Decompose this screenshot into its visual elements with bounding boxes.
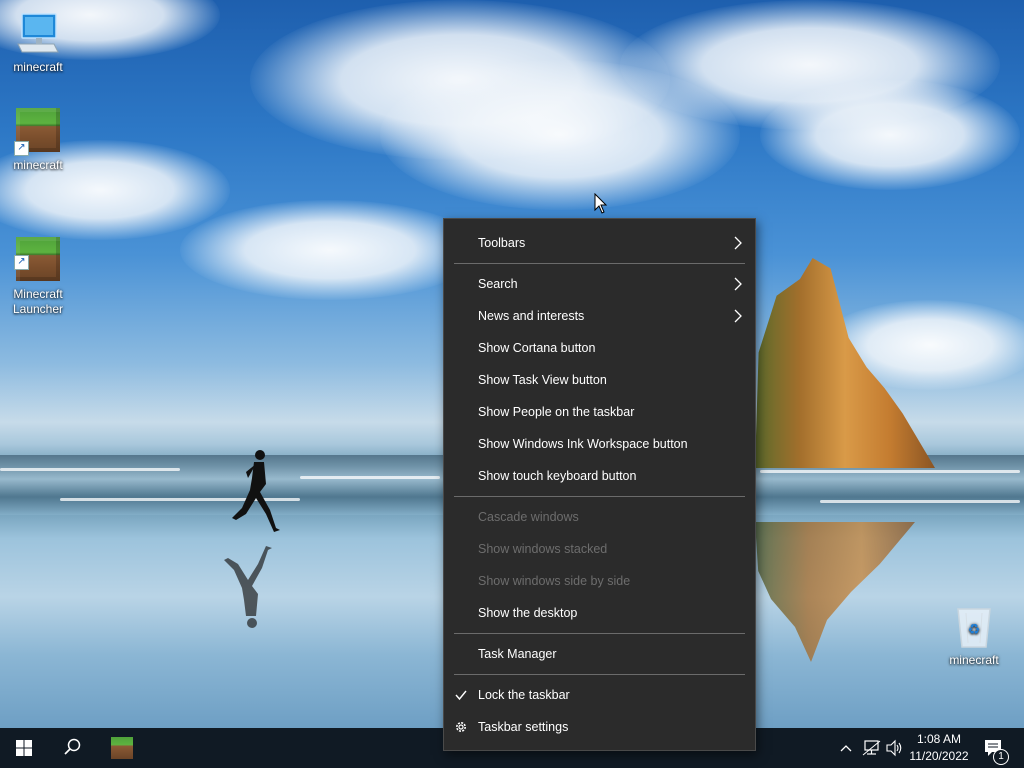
- notification-count-badge: 1: [993, 749, 1009, 765]
- network-button[interactable]: [860, 728, 884, 768]
- menu-item-task-manager[interactable]: Task Manager: [444, 638, 755, 670]
- chevron-up-icon: [840, 745, 852, 752]
- menu-item-show-cortana-button[interactable]: Show Cortana button: [444, 332, 755, 364]
- menu-item-show-the-desktop[interactable]: Show the desktop: [444, 597, 755, 629]
- start-button[interactable]: [0, 728, 48, 768]
- menu-separator: [454, 263, 745, 264]
- menu-item-show-windows-ink[interactable]: Show Windows Ink Workspace button: [444, 428, 755, 460]
- windows-start-icon: [16, 740, 32, 756]
- menu-item-cascade-windows: Cascade windows: [478, 510, 579, 524]
- sea-rock-reflection: [755, 522, 915, 662]
- volume-button[interactable]: [884, 728, 904, 768]
- menu-item-taskbar-settings[interactable]: Taskbar settings: [444, 711, 755, 743]
- gear-icon: [456, 722, 466, 732]
- desktop-icon-label: minecraft: [949, 653, 999, 667]
- desktop-icon-label: minecraft: [13, 60, 63, 74]
- shortcut-arrow-icon: ↗: [14, 141, 29, 156]
- menu-item-toolbars[interactable]: Toolbars: [444, 227, 755, 259]
- desktop-icon-label: minecraft: [13, 158, 63, 172]
- recycle-bin-icon: ♻: [950, 603, 998, 651]
- menu-item-show-task-view-button[interactable]: Show Task View button: [444, 364, 755, 396]
- menu-item-news-and-interests[interactable]: News and interests: [444, 300, 755, 332]
- desktop-icon-minecraft-shortcut[interactable]: ↗ minecraft: [0, 108, 76, 173]
- menu-item-search[interactable]: Search: [444, 268, 755, 300]
- clock-time: 1:08 AM: [916, 732, 962, 746]
- volume-icon: [886, 739, 902, 757]
- chevron-right-icon: [734, 277, 742, 291]
- shortcut-arrow-icon: ↗: [14, 255, 29, 270]
- mouse-cursor-icon: [594, 193, 608, 214]
- chevron-right-icon: [734, 309, 742, 323]
- chevron-right-icon: [734, 236, 742, 250]
- taskbar-minecraft-button[interactable]: [98, 728, 146, 768]
- menu-item-show-touch-keyboard[interactable]: Show touch keyboard button: [444, 460, 755, 492]
- grass-block-icon: ↗: [14, 222, 62, 281]
- computer-icon: [14, 10, 62, 58]
- menu-separator: [454, 674, 745, 675]
- taskbar-context-menu: Toolbars Search News and interests Show …: [443, 218, 756, 751]
- svg-text:♻: ♻: [968, 622, 981, 638]
- runner-reflection: [224, 546, 272, 628]
- checkmark-icon: [455, 690, 467, 701]
- search-icon: [64, 738, 81, 755]
- search-button[interactable]: [48, 728, 96, 768]
- menu-separator: [454, 496, 745, 497]
- menu-item-show-people[interactable]: Show People on the taskbar: [444, 396, 755, 428]
- desktop-icon-recycle-bin[interactable]: ♻ minecraft: [936, 603, 1012, 668]
- desktop-icon-minecraft-launcher[interactable]: ↗ Minecraft Launcher: [0, 207, 76, 332]
- menu-separator: [454, 633, 745, 634]
- wave-foam: [760, 470, 1020, 473]
- desktop-icon-this-pc[interactable]: minecraft: [0, 10, 76, 75]
- wave-foam: [300, 476, 440, 479]
- show-hidden-icons-button[interactable]: [836, 728, 856, 768]
- clock-button[interactable]: 1:08 AM 11/20/2022: [904, 731, 974, 765]
- wave-foam: [820, 500, 1020, 503]
- cloud: [760, 80, 1020, 190]
- minecraft-taskbar-icon: [111, 737, 133, 759]
- menu-item-show-windows-side-by-side: Show windows side by side: [478, 574, 631, 588]
- clock-date: 11/20/2022: [909, 749, 969, 763]
- wave-foam: [0, 468, 180, 471]
- grass-block-icon: ↗: [14, 108, 62, 156]
- menu-item-show-windows-stacked: Show windows stacked: [478, 542, 608, 556]
- action-center-button[interactable]: 1: [980, 728, 1010, 768]
- cloud: [180, 200, 480, 300]
- notification-count: 1: [998, 751, 1004, 762]
- network-icon: [862, 740, 881, 756]
- runner-silhouette: [232, 450, 280, 532]
- menu-item-lock-the-taskbar[interactable]: Lock the taskbar: [444, 679, 755, 711]
